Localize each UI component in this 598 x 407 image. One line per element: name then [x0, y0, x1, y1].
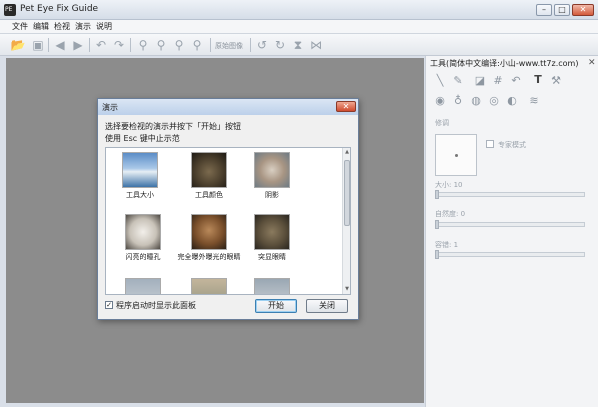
- scroll-up-icon[interactable]: ▲: [343, 148, 350, 157]
- reply-icon[interactable]: ↶: [509, 74, 523, 88]
- maximize-button[interactable]: □: [554, 4, 570, 16]
- demo-thumbnail[interactable]: [254, 152, 290, 188]
- redo-icon[interactable]: ↷: [111, 37, 127, 53]
- show-on-start-checkbox[interactable]: ✓: [105, 301, 113, 309]
- expert-mode-label: 专家模式: [498, 141, 526, 149]
- save-icon[interactable]: ▣: [30, 37, 46, 53]
- demo-thumbnail[interactable]: [191, 214, 227, 250]
- expert-mode-checkbox[interactable]: [486, 140, 494, 148]
- demo-thumbnail[interactable]: [254, 214, 290, 250]
- naturalness-slider-thumb[interactable]: [435, 220, 439, 229]
- dialog-instruction: 选择要检视的演示并按下「开始」按钮: [105, 122, 241, 131]
- size-slider[interactable]: [435, 192, 585, 197]
- size-label: 大小: 10: [435, 181, 463, 189]
- wrench-icon[interactable]: ⚒: [549, 74, 563, 88]
- gallery-scrollbar[interactable]: ▲ ▼: [342, 148, 350, 294]
- title-bar: Pet Eye Fix Guide – □ ✕: [0, 0, 598, 20]
- demo-thumbnail[interactable]: [125, 214, 161, 250]
- demo-thumbnail[interactable]: [122, 152, 158, 188]
- window-title: Pet Eye Fix Guide: [20, 4, 99, 14]
- demo-label: 闪亮的瞳孔: [125, 253, 161, 261]
- tolerance-slider-thumb[interactable]: [435, 250, 439, 259]
- preview-dot: [455, 154, 458, 157]
- demo-label: 突显眼睛: [258, 253, 286, 261]
- menu-view[interactable]: 检视: [54, 21, 70, 32]
- start-button[interactable]: 开始: [255, 299, 297, 313]
- original-image-button[interactable]: 原始图像: [215, 41, 243, 51]
- naturalness-label: 自然度: 0: [435, 210, 466, 218]
- text-icon[interactable]: T: [531, 73, 545, 87]
- pupil-icon[interactable]: ◎: [487, 94, 501, 108]
- close-button[interactable]: ✕: [572, 4, 594, 16]
- dialog-title-bar: 演示 ✕: [98, 99, 358, 115]
- toolbar-separator: [89, 38, 90, 52]
- toolbar-separator: [48, 38, 49, 52]
- back-arrow-icon[interactable]: ◀: [52, 37, 68, 53]
- brush-preview: [435, 134, 477, 176]
- show-on-start-label: 程序启动时显示此面板: [116, 301, 196, 310]
- demo-thumbnail[interactable]: [191, 278, 227, 294]
- menu-file[interactable]: 文件: [12, 21, 28, 32]
- size-slider-thumb[interactable]: [435, 190, 439, 199]
- panel-close-icon[interactable]: ✕: [588, 58, 596, 68]
- grid-icon[interactable]: #: [491, 74, 505, 88]
- open-folder-icon[interactable]: 📂: [10, 37, 26, 53]
- highlight-eye-icon[interactable]: ◐: [505, 94, 519, 108]
- demo-label: 工具颜色: [195, 191, 223, 199]
- zoom-in-icon[interactable]: ⚲: [135, 37, 151, 53]
- demo-thumbnail[interactable]: [191, 152, 227, 188]
- section-title: 修调: [435, 119, 449, 127]
- demo-label: 阴影: [265, 191, 279, 199]
- zoom-out-icon[interactable]: ⚲: [153, 37, 169, 53]
- tolerance-slider[interactable]: [435, 252, 585, 257]
- dialog-hint: 使用 Esc 键中止示范: [105, 134, 180, 143]
- menu-bar: 文件 编辑 检视 演示 说明: [0, 20, 598, 34]
- forward-arrow-icon[interactable]: ▶: [70, 37, 86, 53]
- dialog-close-button[interactable]: ✕: [336, 101, 356, 112]
- panel-title: 工具(简体中文编译:小山-www.tt7z.com): [430, 59, 579, 68]
- brush-icon[interactable]: ╲: [433, 74, 447, 88]
- demo-label: 工具大小: [126, 191, 154, 199]
- toolbar-separator: [130, 38, 131, 52]
- menu-help[interactable]: 说明: [96, 21, 112, 32]
- minimize-button[interactable]: –: [536, 4, 552, 16]
- demo-label: 完全曝外曝光的眼睛: [177, 253, 241, 261]
- demo-dialog: 演示 ✕ 选择要检视的演示并按下「开始」按钮 使用 Esc 键中止示范 工具大小…: [97, 98, 359, 320]
- naturalness-slider[interactable]: [435, 222, 585, 227]
- toolbar: 📂 ▣ ◀ ▶ ↶ ↷ ⚲ ⚲ ⚲ ⚲ 原始图像 ↺ ↻ ⧗ ⋈: [0, 34, 598, 56]
- rotate-right-icon[interactable]: ↻: [272, 37, 288, 53]
- scroll-thumb[interactable]: [344, 160, 350, 226]
- dialog-close-action-button[interactable]: 关闭: [306, 299, 348, 313]
- dialog-title: 演示: [102, 103, 118, 112]
- undo-icon[interactable]: ↶: [93, 37, 109, 53]
- select-icon[interactable]: ◪: [473, 74, 487, 88]
- rotate-left-icon[interactable]: ↺: [254, 37, 270, 53]
- eye-icon[interactable]: ◉: [433, 94, 447, 108]
- pen-icon[interactable]: ✎: [451, 74, 465, 88]
- adjust-icon[interactable]: ≋: [527, 94, 541, 108]
- menu-demo[interactable]: 演示: [75, 21, 91, 32]
- flip-vertical-icon[interactable]: ⧗: [290, 37, 306, 53]
- toolbar-separator: [250, 38, 251, 52]
- zoom-fit-icon[interactable]: ⚲: [171, 37, 187, 53]
- demo-thumbnail[interactable]: [125, 278, 161, 294]
- tolerance-label: 容错: 1: [435, 241, 459, 249]
- toolbar-separator: [210, 38, 211, 52]
- scroll-down-icon[interactable]: ▼: [343, 285, 350, 294]
- color-eye-icon[interactable]: ◍: [469, 94, 483, 108]
- demo-gallery[interactable]: 工具大小 工具颜色 阴影 闪亮的瞳孔 完全曝外曝光的眼睛 突显眼睛 ▲ ▼: [105, 147, 351, 295]
- menu-edit[interactable]: 编辑: [33, 21, 49, 32]
- demo-thumbnail[interactable]: [254, 278, 290, 294]
- app-icon: [4, 4, 16, 16]
- flip-horizontal-icon[interactable]: ⋈: [308, 37, 324, 53]
- bulb-icon[interactable]: ♁: [451, 94, 465, 108]
- zoom-actual-icon[interactable]: ⚲: [189, 37, 205, 53]
- tools-panel: 工具(简体中文编译:小山-www.tt7z.com) ✕ ╲ ✎ ◪ # ↶ T…: [425, 56, 598, 407]
